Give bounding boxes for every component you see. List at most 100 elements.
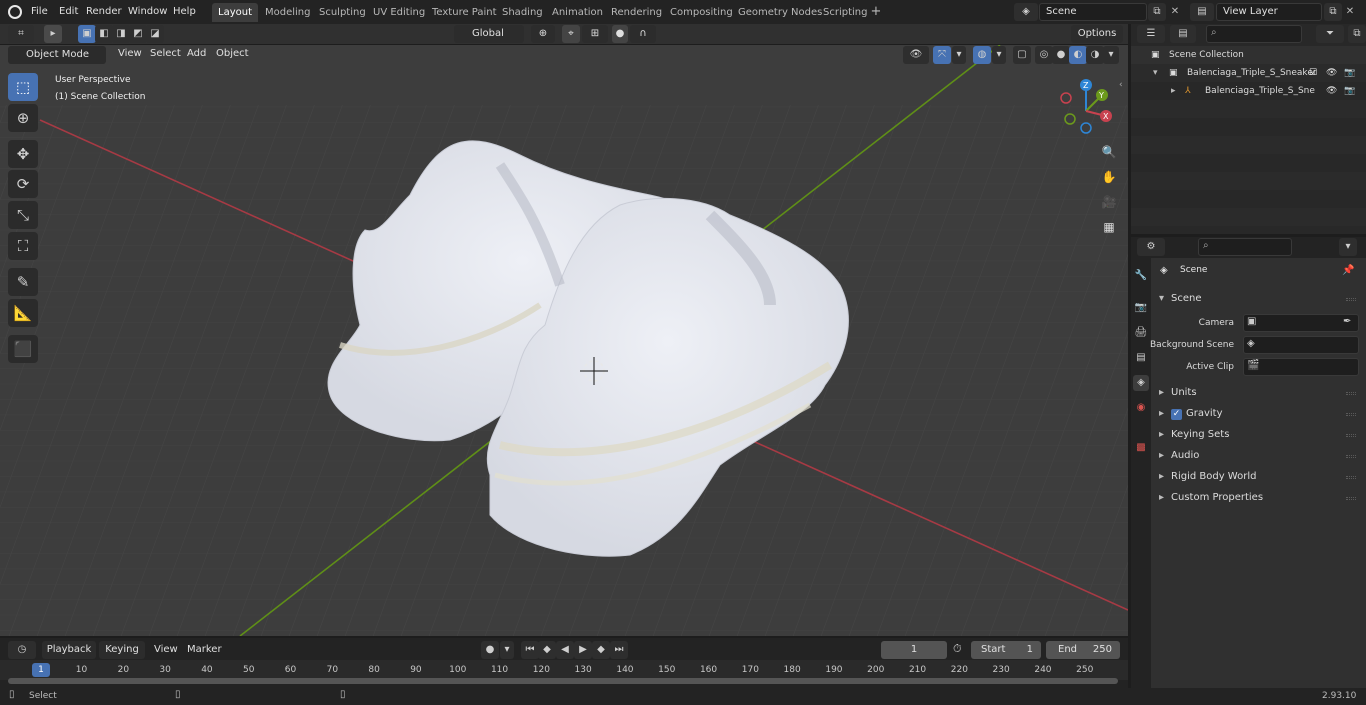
select-tool-icon[interactable]: ▸ (44, 25, 62, 43)
record-icon[interactable]: ● (481, 641, 499, 659)
snap-toggle-icon[interactable]: ⌖ (562, 25, 580, 43)
gizmo-dropdown-icon[interactable]: ▾ (952, 46, 966, 64)
3d-viewport[interactable]: Z Y X (0, 45, 1128, 636)
menu-window[interactable]: Window (128, 4, 167, 20)
options-button[interactable]: Options (1071, 25, 1123, 43)
blender-logo-icon[interactable] (8, 5, 22, 19)
select-mode-subtract-icon[interactable]: ◨ (112, 25, 130, 43)
shading-material-icon[interactable]: ◐ (1069, 46, 1087, 64)
shading-rendered-icon[interactable]: ◑ (1086, 46, 1104, 64)
new-scene-icon[interactable]: ⧉ (1148, 3, 1166, 21)
prev-keyframe-icon[interactable]: ◆ (538, 641, 556, 659)
shading-dropdown-icon[interactable]: ▾ (1103, 46, 1119, 64)
menu-edit[interactable]: Edit (59, 4, 78, 20)
tab-sculpting[interactable]: Sculpting (313, 3, 372, 22)
sidebar-toggle-icon[interactable]: ‹ (1119, 80, 1127, 94)
outliner-search-input[interactable] (1206, 25, 1302, 43)
tool-scale-icon[interactable]: ⤡ (8, 201, 38, 229)
play-icon[interactable]: ▶ (574, 641, 592, 659)
panel-gravity[interactable]: ▸ ✓ Gravity (1153, 404, 1362, 424)
outliner-row-collection[interactable]: ▾ ▣ Balenciaga_Triple_S_Sneaker ☑ 👁 📷 (1131, 64, 1366, 82)
gravity-checkbox[interactable]: ✓ (1171, 409, 1182, 420)
expand-arrow-icon[interactable]: ▸ (1171, 82, 1176, 100)
overlays-toggle-icon[interactable]: ◍ (973, 46, 991, 64)
panel-scene-header[interactable]: ▾ Scene (1153, 289, 1362, 309)
select-mode-new-icon[interactable]: ▣ (78, 25, 96, 43)
timeline-menu-marker[interactable]: Marker (187, 642, 222, 658)
view-layer-field[interactable]: View Layer (1216, 3, 1322, 21)
record-dropdown-icon[interactable]: ▾ (500, 641, 514, 659)
tab-uv-editing[interactable]: UV Editing (367, 3, 431, 22)
panel-audio[interactable]: ▸ Audio (1153, 446, 1362, 466)
end-frame-field[interactable]: End 250 (1046, 641, 1120, 659)
tab-shading[interactable]: Shading (496, 3, 549, 22)
tab-rendering[interactable]: Rendering (605, 3, 668, 22)
menu-select[interactable]: Select (150, 46, 181, 62)
camera-view-icon[interactable]: 🎥 (1098, 191, 1120, 213)
tab-compositing[interactable]: Compositing (664, 3, 739, 22)
tool-cursor-icon[interactable]: ⊕ (8, 104, 38, 132)
properties-options-icon[interactable]: ▾ (1339, 238, 1357, 256)
tool-select-box-icon[interactable]: ⬚ (8, 73, 38, 101)
expand-arrow-icon[interactable]: ▾ (1153, 64, 1158, 82)
filter-icon[interactable]: ⏷ (1316, 25, 1344, 43)
eye-icon[interactable]: 👁 (1326, 82, 1337, 100)
menu-file[interactable]: File (31, 4, 48, 20)
tool-add-cube-icon[interactable]: ⬛ (8, 335, 38, 363)
eyedropper-icon[interactable]: ✒ (1343, 316, 1351, 327)
tool-tab-icon[interactable]: 🔧 (1133, 268, 1149, 284)
timeline-scrollbar[interactable] (8, 678, 1118, 684)
pin-icon[interactable]: 📌 (1342, 265, 1354, 276)
eye-icon[interactable]: 👁 (1326, 64, 1337, 82)
gizmo-toggle-icon[interactable]: ⤧ (933, 46, 951, 64)
camera-icon[interactable]: 📷 (1344, 82, 1355, 100)
tab-animation[interactable]: Animation (546, 3, 609, 22)
outliner-row-object[interactable]: ▸ ⅄ Balenciaga_Triple_S_Sne 👁 📷 (1131, 82, 1366, 100)
start-frame-field[interactable]: Start 1 (971, 641, 1041, 659)
current-frame-field[interactable]: 1 (881, 641, 947, 659)
panel-rigid-body-world[interactable]: ▸ Rigid Body World (1153, 467, 1362, 487)
active-clip-field[interactable] (1243, 358, 1359, 376)
tool-annotate-icon[interactable]: ✎ (8, 268, 38, 296)
select-mode-intersect-icon[interactable]: ◪ (146, 25, 164, 43)
pivot-dropdown-icon[interactable]: ⊕ (531, 25, 555, 43)
shading-solid-icon[interactable]: ● (1052, 46, 1070, 64)
next-keyframe-icon[interactable]: ◆ (592, 641, 610, 659)
menu-object[interactable]: Object (216, 46, 249, 62)
background-scene-field[interactable] (1243, 336, 1359, 354)
mode-dropdown[interactable]: Object Mode (8, 46, 106, 64)
select-mode-extend-icon[interactable]: ◧ (95, 25, 113, 43)
keying-dropdown[interactable]: Keying (99, 641, 145, 659)
camera-field[interactable] (1243, 314, 1359, 332)
xray-toggle-icon[interactable]: ▢ (1013, 46, 1031, 64)
select-mode-invert-icon[interactable]: ◩ (129, 25, 147, 43)
outliner-row-scene-collection[interactable]: ▣ Scene Collection (1131, 46, 1366, 64)
view-layer-icon[interactable]: ▤ (1190, 3, 1214, 21)
display-mode-icon[interactable]: ▤ (1170, 25, 1196, 43)
camera-icon[interactable]: 📷 (1344, 64, 1355, 82)
tab-layout[interactable]: Layout (212, 3, 258, 22)
jump-start-icon[interactable]: ⏮ (521, 641, 539, 659)
panel-units[interactable]: ▸ Units (1153, 383, 1362, 403)
timeline-menu-view[interactable]: View (154, 642, 178, 658)
properties-search-input[interactable] (1198, 238, 1292, 256)
menu-render[interactable]: Render (86, 4, 122, 20)
tool-transform-icon[interactable]: ⛶ (8, 232, 38, 260)
pan-hand-icon[interactable]: ✋ (1098, 166, 1120, 188)
new-view-layer-icon[interactable]: ⧉ (1324, 3, 1342, 21)
properties-editor-type-icon[interactable]: ⚙ (1137, 238, 1165, 256)
output-tab-icon[interactable]: 🖨 (1133, 325, 1149, 341)
new-collection-icon[interactable]: ⧉ (1348, 25, 1366, 43)
outliner-editor-type-icon[interactable]: ☰ (1137, 25, 1165, 43)
shading-wireframe-icon[interactable]: ◎ (1035, 46, 1053, 64)
close-scene-icon[interactable]: ✕ (1168, 3, 1182, 21)
timeline-editor-type-icon[interactable]: ◷ (8, 641, 36, 659)
panel-custom-properties[interactable]: ▸ Custom Properties (1153, 488, 1362, 508)
tab-scripting[interactable]: Scripting (817, 3, 873, 22)
menu-add[interactable]: Add (187, 46, 206, 62)
add-workspace-icon[interactable]: + (869, 4, 883, 20)
jump-end-icon[interactable]: ⏭ (610, 641, 628, 659)
stopwatch-icon[interactable]: ⏱ (953, 642, 962, 656)
tool-move-icon[interactable]: ✥ (8, 140, 38, 168)
proportional-edit-icon[interactable]: ● (612, 25, 628, 43)
